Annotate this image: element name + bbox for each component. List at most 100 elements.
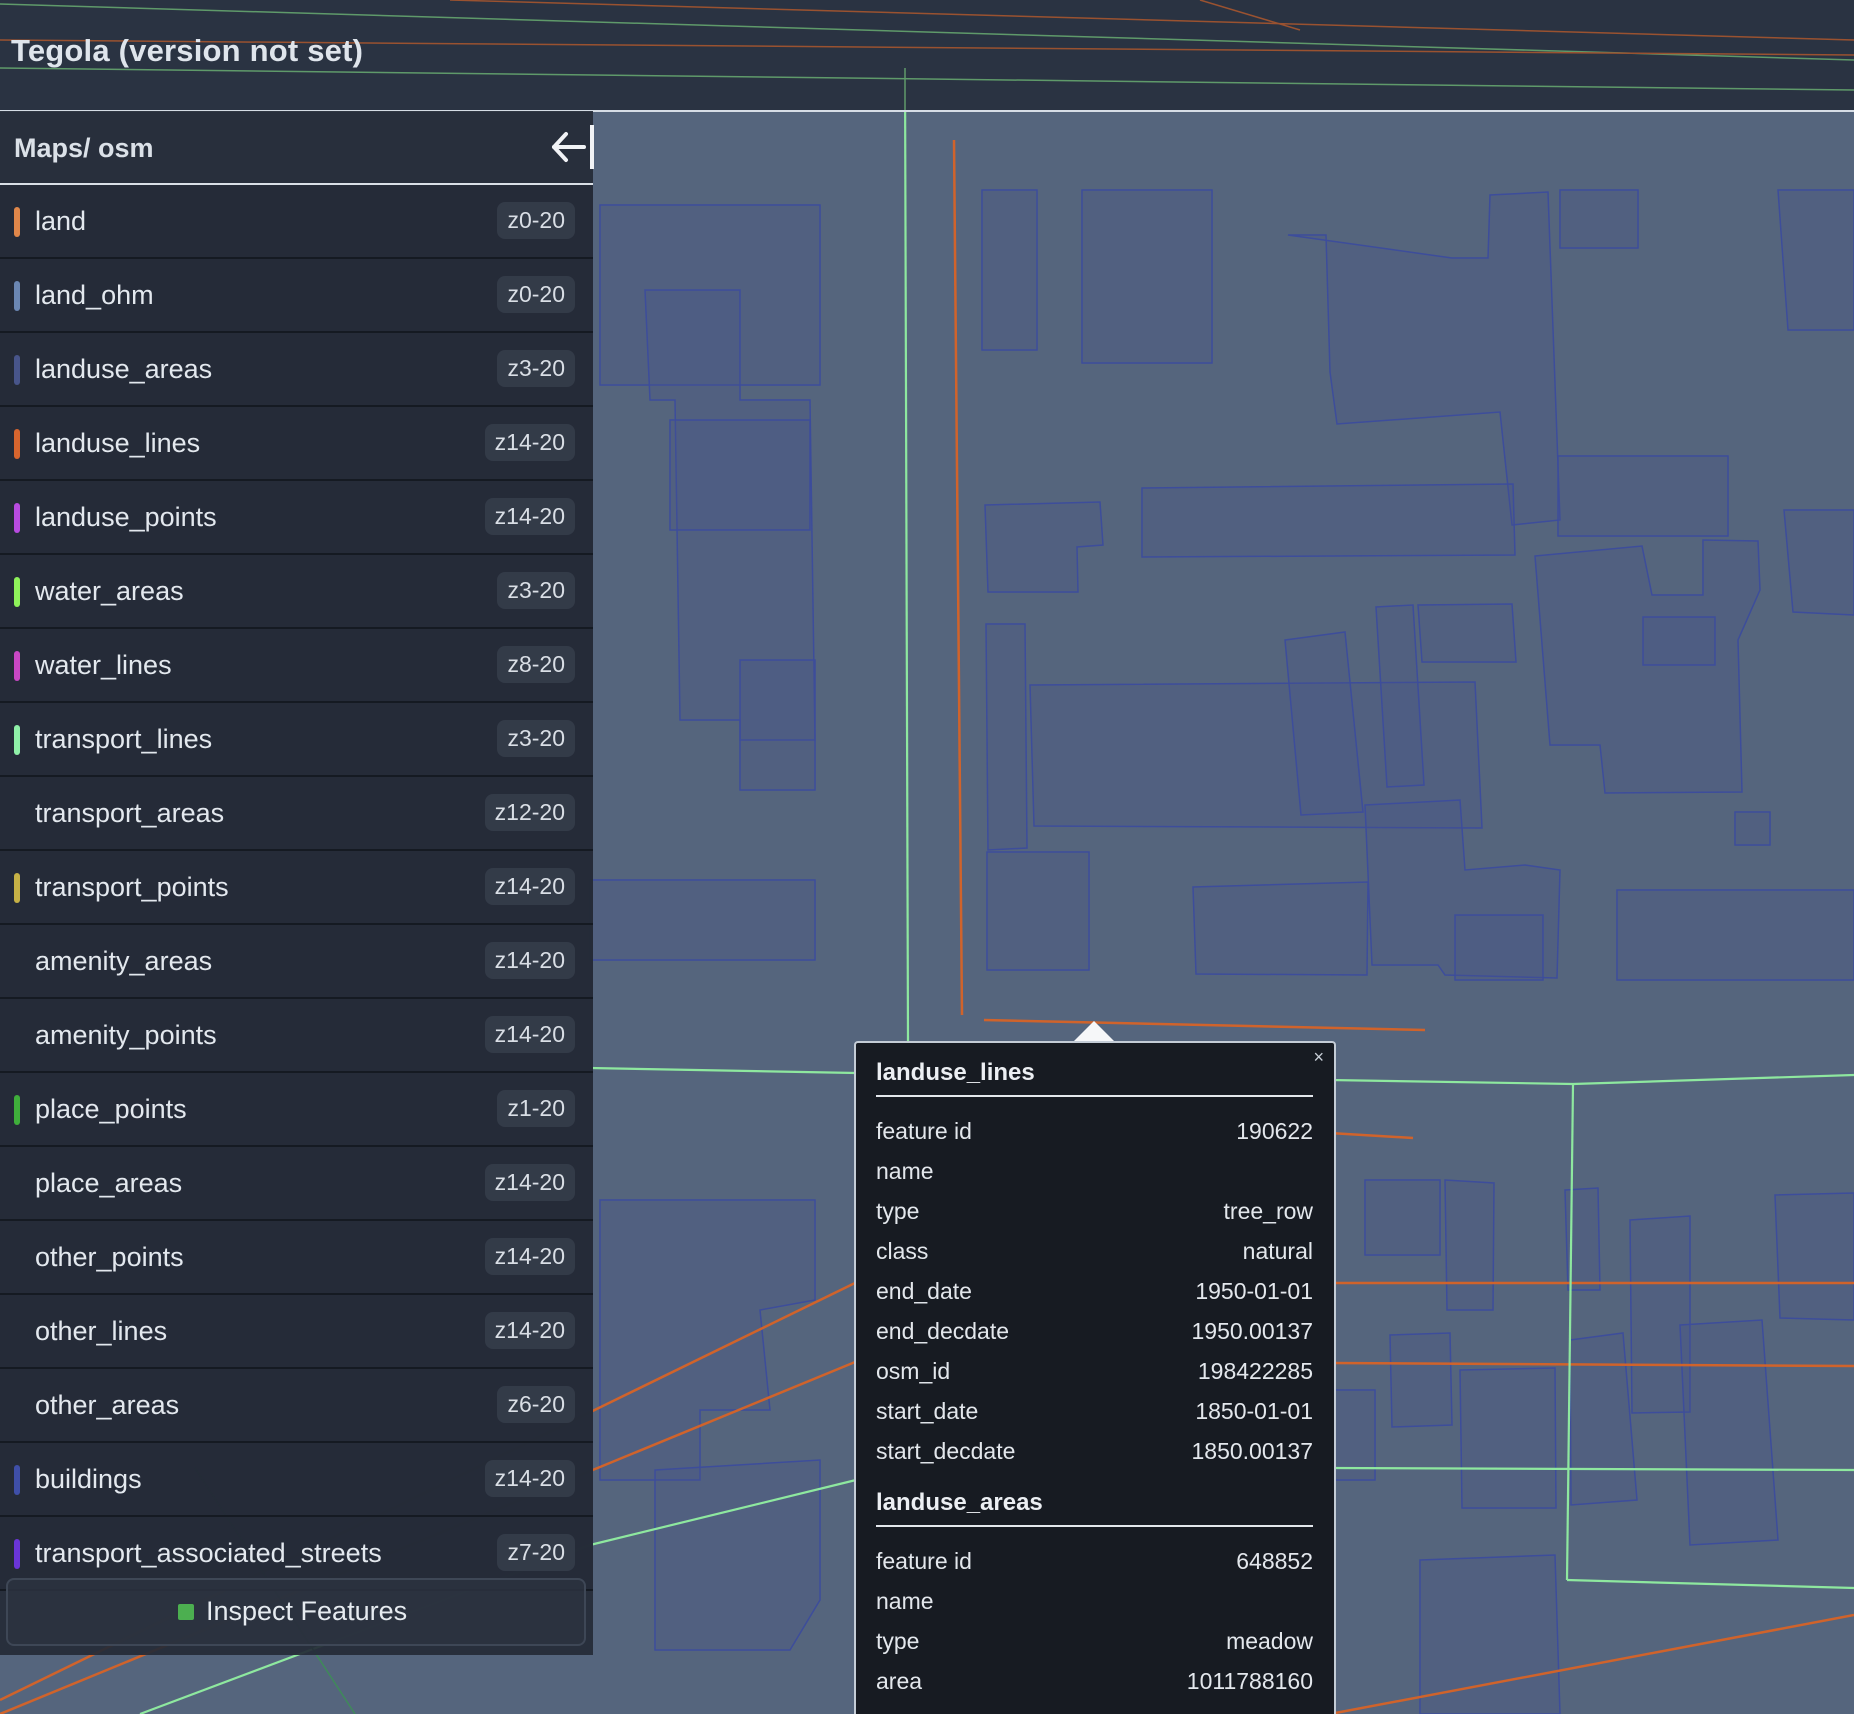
layer-zoom-range: z14-20 bbox=[484, 942, 575, 979]
property-key: osm_id bbox=[876, 1358, 951, 1384]
layer-name: landuse_points bbox=[35, 502, 217, 532]
layer-row-land-ohm[interactable]: land_ohm z0-20 bbox=[0, 259, 593, 333]
property-key: class bbox=[876, 1238, 929, 1264]
layer-zoom-range: z0-20 bbox=[497, 202, 575, 239]
layer-zoom-range: z1-20 bbox=[497, 1090, 575, 1127]
layer-list: land z0-20 land_ohm z0-20 landuse_areas z3-20… bbox=[0, 185, 593, 1591]
layer-name: amenity_points bbox=[35, 1020, 217, 1050]
layer-zoom-range: z3-20 bbox=[497, 720, 575, 757]
layer-name: landuse_areas bbox=[35, 354, 213, 384]
layer-row-place-areas[interactable]: place_areas z14-20 bbox=[0, 1147, 593, 1221]
property-row: feature id 648852 bbox=[876, 1543, 1313, 1583]
property-value: natural bbox=[1242, 1238, 1313, 1264]
layer-color-swatch bbox=[14, 873, 20, 903]
layer-zoom-range: z14-20 bbox=[484, 1016, 575, 1053]
arrow-left-icon bbox=[552, 132, 586, 162]
property-row: end_decdate 1950.00137 bbox=[876, 1313, 1313, 1353]
layer-row-water-lines[interactable]: water_lines z8-20 bbox=[0, 629, 593, 703]
layer-row-other-points[interactable]: other_points z14-20 bbox=[0, 1221, 593, 1295]
layer-name: other_points bbox=[35, 1242, 184, 1272]
property-row: start_decdate 1850.00137 bbox=[876, 1433, 1313, 1473]
layer-zoom-range: z14-20 bbox=[484, 868, 575, 905]
layer-color-swatch bbox=[14, 1539, 20, 1569]
property-key: start_decdate bbox=[876, 1438, 1016, 1464]
close-icon[interactable]: × bbox=[1313, 1047, 1324, 1068]
layer-zoom-range: z14-20 bbox=[484, 1460, 575, 1497]
property-key: feature id bbox=[876, 1118, 972, 1144]
property-key: name bbox=[876, 1158, 934, 1184]
layer-name: transport_associated_streets bbox=[35, 1538, 382, 1568]
breadcrumb[interactable]: Maps/ osm bbox=[14, 133, 154, 164]
layers-sidebar: Maps/ osm land z0-20 land_ohm z0-20 landuse_… bbox=[0, 111, 594, 1655]
layer-zoom-range: z14-20 bbox=[484, 1312, 575, 1349]
layer-row-water-areas[interactable]: water_areas z3-20 bbox=[0, 555, 593, 629]
layer-color-swatch bbox=[14, 577, 20, 607]
collapse-sidebar-button[interactable] bbox=[546, 125, 594, 169]
property-value: meadow bbox=[1226, 1628, 1313, 1654]
feature-section-landuse-areas: landuse_areas feature id 648852 name type mea… bbox=[876, 1489, 1313, 1703]
layer-color-swatch bbox=[14, 651, 20, 681]
layer-color-swatch bbox=[14, 207, 20, 237]
layer-row-other-lines[interactable]: other_lines z14-20 bbox=[0, 1295, 593, 1369]
layer-name: buildings bbox=[35, 1464, 142, 1494]
layer-zoom-range: z14-20 bbox=[484, 498, 575, 535]
layer-zoom-range: z7-20 bbox=[497, 1534, 575, 1571]
property-row: name bbox=[876, 1583, 1313, 1623]
layer-row-landuse-lines[interactable]: landuse_lines z14-20 bbox=[0, 407, 593, 481]
feature-properties: feature id 648852 name type meadow area 101178… bbox=[876, 1543, 1313, 1703]
layer-row-landuse-areas[interactable]: landuse_areas z3-20 bbox=[0, 333, 593, 407]
layer-color-swatch bbox=[14, 429, 20, 459]
layer-name: transport_points bbox=[35, 872, 229, 902]
layer-name: land_ohm bbox=[35, 280, 154, 310]
layer-row-amenity-points[interactable]: amenity_points z14-20 bbox=[0, 999, 593, 1073]
layer-row-transport-points[interactable]: transport_points z14-20 bbox=[0, 851, 593, 925]
layer-name: transport_areas bbox=[35, 798, 225, 828]
property-key: area bbox=[876, 1668, 923, 1694]
layer-name: water_lines bbox=[35, 650, 172, 680]
feature-inspector-popup: × landuse_lines feature id 190622 name type t… bbox=[854, 1041, 1336, 1714]
property-key: feature id bbox=[876, 1548, 972, 1574]
title-bar: Tegola (version not set) bbox=[0, 0, 1854, 112]
layer-name: place_areas bbox=[35, 1168, 183, 1198]
property-row: class natural bbox=[876, 1233, 1313, 1273]
layer-row-other-areas[interactable]: other_areas z6-20 bbox=[0, 1369, 593, 1443]
layer-zoom-range: z12-20 bbox=[484, 794, 575, 831]
layer-row-land[interactable]: land z0-20 bbox=[0, 185, 593, 259]
layer-name: water_areas bbox=[35, 576, 184, 606]
layer-name: place_points bbox=[35, 1094, 187, 1124]
property-value: 648852 bbox=[1236, 1548, 1313, 1574]
property-value: 1850.00137 bbox=[1191, 1438, 1313, 1464]
popup-pointer bbox=[1073, 1021, 1115, 1042]
property-row: type tree_row bbox=[876, 1193, 1313, 1233]
layer-color-swatch bbox=[14, 1095, 20, 1125]
layer-zoom-range: z0-20 bbox=[497, 276, 575, 313]
property-row: feature id 190622 bbox=[876, 1113, 1313, 1153]
layer-row-amenity-areas[interactable]: amenity_areas z14-20 bbox=[0, 925, 593, 999]
layer-row-place-points[interactable]: place_points z1-20 bbox=[0, 1073, 593, 1147]
layer-name: transport_lines bbox=[35, 724, 213, 754]
property-value: tree_row bbox=[1223, 1198, 1313, 1224]
property-row: type meadow bbox=[876, 1623, 1313, 1663]
layer-name: landuse_lines bbox=[35, 428, 201, 458]
layer-row-transport-areas[interactable]: transport_areas z12-20 bbox=[0, 777, 593, 851]
inspect-features-button[interactable]: Inspect Features bbox=[6, 1578, 586, 1646]
app-root: Tegola (version not set) Maps/ osm land z… bbox=[0, 0, 1854, 1714]
layer-row-buildings[interactable]: buildings z14-20 bbox=[0, 1443, 593, 1517]
property-value: 1950.00137 bbox=[1191, 1318, 1313, 1344]
layer-color-swatch bbox=[14, 725, 20, 755]
sidebar-header: Maps/ osm bbox=[0, 111, 594, 185]
property-row: end_date 1950-01-01 bbox=[876, 1273, 1313, 1313]
layer-color-swatch bbox=[14, 281, 20, 311]
feature-properties: feature id 190622 name type tree_rowclass nat… bbox=[876, 1113, 1313, 1473]
layer-zoom-range: z8-20 bbox=[497, 646, 575, 683]
layer-row-landuse-points[interactable]: landuse_points z14-20 bbox=[0, 481, 593, 555]
layer-zoom-range: z14-20 bbox=[484, 424, 575, 461]
feature-section-landuse-lines: landuse_lines feature id 190622 name type tre… bbox=[876, 1059, 1313, 1473]
property-row: name bbox=[876, 1153, 1313, 1193]
property-value: 1850-01-01 bbox=[1195, 1398, 1313, 1424]
layer-color-swatch bbox=[14, 355, 20, 385]
layer-zoom-range: z3-20 bbox=[497, 572, 575, 609]
layer-row-transport-lines[interactable]: transport_lines z3-20 bbox=[0, 703, 593, 777]
property-key: end_date bbox=[876, 1278, 972, 1304]
layer-zoom-range: z14-20 bbox=[484, 1238, 575, 1275]
